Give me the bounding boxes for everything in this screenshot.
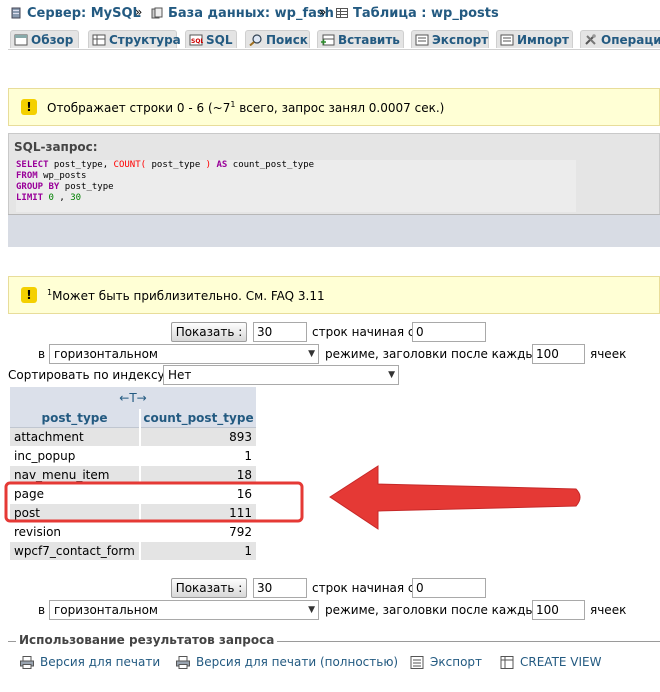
print-view-full-link[interactable]: Версия для печати (полностью) <box>176 655 398 669</box>
rows-count-input-bottom[interactable]: 30 <box>253 578 307 598</box>
dropdown-arrow-icon: ▼ <box>308 605 315 615</box>
export-icon <box>410 655 424 669</box>
create-view-label: CREATE VIEW <box>520 655 602 669</box>
repeat-headers-input-bottom[interactable]: 100 <box>532 600 585 620</box>
print-view-link[interactable]: Версия для печати <box>20 655 160 669</box>
display-mode-select-bottom[interactable]: горизонтальном ▼ <box>49 600 319 620</box>
query-results-legend: Использование результатов запроса <box>16 633 278 647</box>
print-icon <box>20 655 34 669</box>
export-link[interactable]: Экспорт <box>410 655 482 669</box>
arrow-icon <box>329 465 581 530</box>
in-label: в <box>38 603 46 617</box>
view-icon <box>500 655 514 669</box>
highlight-box <box>4 481 304 523</box>
display-mode-value: горизонтальном <box>54 603 158 617</box>
print-view-full-label: Версия для печати (полностью) <box>196 655 399 669</box>
create-view-link[interactable]: CREATE VIEW <box>500 655 602 669</box>
mode-label: режиме, заголовки после каждых <box>325 603 542 617</box>
rows-from-label: строк начиная с <box>312 581 415 595</box>
export-label: Экспорт <box>430 655 483 669</box>
cells-label: ячеек <box>590 603 627 617</box>
start-row-input-bottom[interactable]: 0 <box>412 578 486 598</box>
print-view-label: Версия для печати <box>40 655 161 669</box>
show-button-bottom[interactable]: Показать : <box>171 578 247 598</box>
print-icon <box>176 655 190 669</box>
